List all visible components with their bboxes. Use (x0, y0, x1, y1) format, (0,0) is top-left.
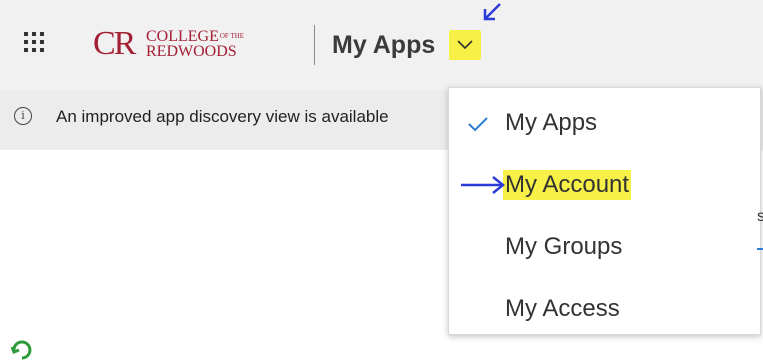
edge-text-fragment: s (757, 208, 763, 225)
annotation-arrow-right-icon (461, 176, 506, 194)
menu-item-label: My Access (505, 295, 620, 322)
app-title: My Apps (332, 31, 436, 59)
checkmark-icon (468, 117, 488, 132)
logo-wordmark: COLLEGEOF THE REDWOODS (146, 29, 286, 60)
edge-link-fragment (757, 248, 763, 250)
screenshot-stage: CR COLLEGEOF THE REDWOODS My Apps i An i… (0, 0, 763, 362)
header-divider (314, 25, 315, 65)
menu-item-my-apps[interactable]: My Apps (449, 92, 760, 152)
app-switcher-dropdown: My Apps My Account My Groups My Access (448, 87, 761, 335)
menu-item-my-groups[interactable]: My Groups (449, 216, 760, 276)
refresh-icon (10, 340, 32, 360)
app-switcher-button[interactable] (449, 30, 481, 60)
logo-line1-small: OF THE (219, 32, 245, 40)
menu-item-label: My Groups (505, 233, 623, 260)
menu-item-label: My Account (503, 170, 632, 200)
app-launcher-icon[interactable] (22, 30, 46, 54)
info-icon: i (14, 107, 32, 125)
chevron-down-icon (457, 40, 473, 50)
menu-item-my-access[interactable]: My Access (449, 278, 760, 338)
menu-item-label: My Apps (505, 109, 598, 136)
logo-monogram: CR (93, 25, 136, 62)
banner-text[interactable]: An improved app discovery view is availa… (56, 106, 456, 128)
top-header: CR COLLEGEOF THE REDWOODS My Apps (0, 0, 763, 90)
annotation-arrow-top-icon (483, 3, 501, 21)
logo-line2: REDWOODS (146, 43, 237, 60)
